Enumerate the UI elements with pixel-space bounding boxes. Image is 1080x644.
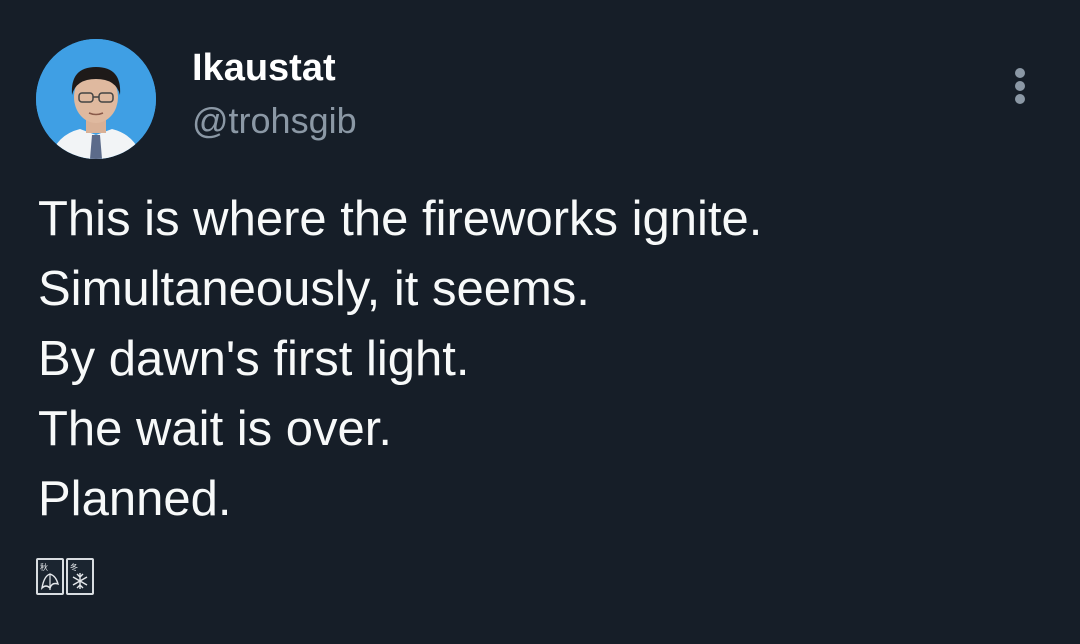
tweet-text-line: Simultaneously, it seems. bbox=[38, 262, 590, 316]
more-vertical-icon-dot-3 bbox=[1015, 94, 1025, 104]
emoji-row: 秋 冬 bbox=[36, 558, 94, 598]
more-vertical-icon-dot-2 bbox=[1015, 81, 1025, 91]
avatar-photo-icon bbox=[36, 39, 156, 159]
winter-tile-label: 冬 bbox=[70, 562, 78, 572]
user-handle[interactable]: @trohsgib bbox=[192, 98, 357, 144]
display-name[interactable]: Ikaustat bbox=[192, 44, 336, 92]
winter-tile-icon: 冬 bbox=[66, 558, 94, 595]
autumn-tile-label: 秋 bbox=[40, 562, 48, 572]
tweet-text-line: The wait is over. bbox=[38, 402, 393, 456]
tweet-card: Ikaustat @trohsgib This is where the fir… bbox=[0, 0, 1080, 644]
tweet-text-line: This is where the fireworks ignite. bbox=[38, 192, 763, 246]
more-options-button[interactable] bbox=[996, 60, 1044, 112]
autumn-tile-icon: 秋 bbox=[36, 558, 64, 595]
tweet-text: This is where the fireworks ignite. Simu… bbox=[38, 184, 1048, 534]
tweet-text-line: By dawn's first light. bbox=[38, 332, 470, 386]
more-vertical-icon bbox=[1015, 68, 1025, 78]
tweet-text-line: Planned. bbox=[38, 472, 232, 526]
avatar[interactable] bbox=[36, 39, 156, 159]
